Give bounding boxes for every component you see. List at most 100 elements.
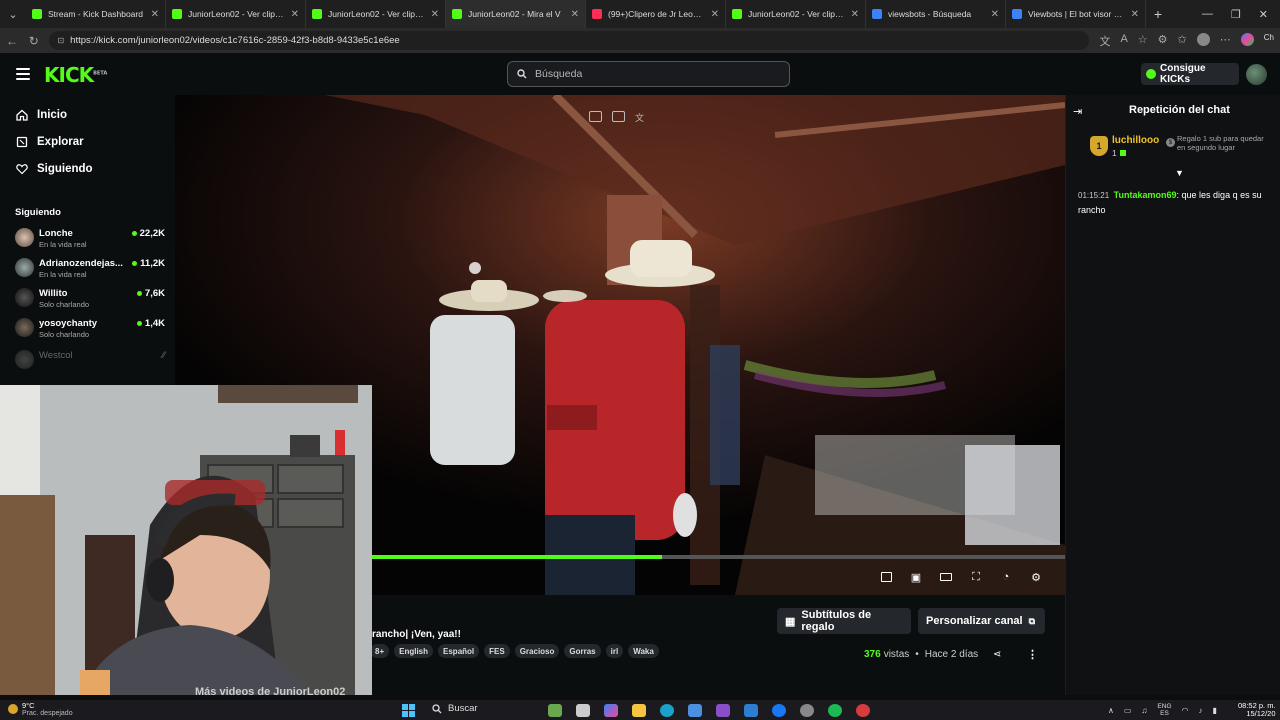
translate-overlay-icon[interactable]: 文: [635, 111, 648, 123]
kick-logo[interactable]: KICKBETA: [44, 63, 107, 87]
nav-explore[interactable]: Explorar: [16, 136, 84, 148]
record-app-icon[interactable]: [856, 704, 870, 717]
windows-start-icon[interactable]: [402, 704, 415, 717]
share-icon[interactable]: ⋖: [993, 649, 1001, 660]
browser-tab[interactable]: JuniorLeon02 - Ver clips en K ✕: [166, 0, 306, 28]
profile-icon[interactable]: [1196, 32, 1210, 46]
close-tab-icon[interactable]: ✕: [571, 9, 579, 20]
theater-mode-icon[interactable]: [939, 571, 953, 583]
video-tag[interactable]: irl: [605, 644, 624, 658]
close-tab-icon[interactable]: ✕: [431, 9, 439, 20]
video-tag[interactable]: FES: [484, 644, 510, 658]
following-channel-willito[interactable]: Willito Solo charlando 7,6K: [15, 286, 165, 312]
task-view-app-icon[interactable]: [576, 704, 590, 717]
close-tab-icon[interactable]: ✕: [1131, 9, 1139, 20]
settings-app-icon[interactable]: [800, 704, 814, 717]
close-tab-icon[interactable]: ✕: [151, 9, 159, 20]
more-options-vertical-icon[interactable]: ⋮: [1027, 648, 1038, 661]
close-tab-icon[interactable]: ✕: [711, 9, 719, 20]
volume-icon[interactable]: ♪: [1199, 706, 1203, 715]
chat-chevron-down-icon[interactable]: ▼: [1175, 168, 1184, 178]
browser-tab[interactable]: Stream - Kick Dashboard ✕: [26, 0, 166, 28]
tab-favicon-icon: [732, 9, 742, 19]
home-icon: [16, 109, 28, 121]
taskbar-clock[interactable]: 08:52 p. m. 15/12/20: [1238, 702, 1276, 718]
search-input[interactable]: [535, 68, 765, 80]
mail-app-icon[interactable]: [744, 704, 758, 717]
spotify-app-icon[interactable]: [828, 704, 842, 717]
customize-channel-button[interactable]: Personalizar canal ⧉: [918, 608, 1045, 634]
facebook-app-icon[interactable]: [772, 704, 786, 717]
following-channel-adrianozendejas[interactable]: Adrianozendejas... En la vida real 11,2K: [15, 256, 165, 282]
site-info-icon[interactable]: ⊡: [57, 36, 64, 45]
following-channel-westcol[interactable]: Westcol ⁄⁄: [15, 348, 165, 374]
obs-app-icon[interactable]: [716, 704, 730, 717]
video-tag[interactable]: Español: [438, 644, 480, 658]
minimize-icon[interactable]: —: [1202, 8, 1213, 21]
external-link-icon: ⧉: [1028, 615, 1036, 626]
gift-subs-button[interactable]: ▦ Subtítulos de regalo: [777, 608, 911, 634]
close-tab-icon[interactable]: ✕: [851, 9, 859, 20]
settings-gear-icon[interactable]: ⚙: [1029, 571, 1043, 584]
browser-tab[interactable]: Viewbots | El bot visor #1 de ✕: [1006, 0, 1146, 28]
weather-widget[interactable]: 9°C Prac. despejado: [8, 702, 73, 718]
picture-in-picture-icon[interactable]: [612, 111, 625, 122]
url-field[interactable]: ⊡ https://kick.com/juniorleon02/videos/c…: [49, 31, 1090, 50]
store-app-icon[interactable]: [688, 704, 702, 717]
video-tag[interactable]: Gracioso: [514, 644, 560, 658]
following-channel-lonche[interactable]: Lonche En la vida real 22,2K: [15, 226, 165, 252]
following-channel-yosoychanty[interactable]: yosoychanty Solo charlando 1,4K: [15, 316, 165, 342]
search-box[interactable]: [507, 61, 790, 87]
favorites-icon[interactable]: ✩: [1178, 33, 1187, 49]
nav-home[interactable]: Inicio: [16, 109, 67, 121]
screen-capture-icon[interactable]: [589, 111, 602, 122]
new-tab-button[interactable]: +: [1146, 6, 1170, 22]
fullscreen-icon[interactable]: ⛶: [969, 571, 983, 583]
reload-icon[interactable]: ↻: [28, 34, 39, 48]
back-icon[interactable]: ←: [6, 34, 18, 48]
copilot-label[interactable]: Ch: [1264, 33, 1274, 49]
maximize-icon[interactable]: ❐: [1231, 8, 1241, 21]
message-user[interactable]: Tuntakamon69: [1114, 190, 1177, 200]
tray-language[interactable]: ENG ES: [1157, 703, 1171, 717]
tray-chevron-icon[interactable]: ∧: [1108, 706, 1114, 715]
gifter-name[interactable]: luchillooo: [1112, 135, 1159, 146]
browser-tab[interactable]: JuniorLeon02 - Ver clips en K ✕: [306, 0, 446, 28]
browser-tab[interactable]: JuniorLeon02 - Mira el V ✕: [446, 0, 586, 28]
collapse-chat-icon[interactable]: ⇥: [1073, 105, 1082, 118]
edge-app-icon[interactable]: [660, 704, 674, 717]
favorite-star-icon[interactable]: ☆: [1138, 33, 1148, 49]
copilot-app-icon[interactable]: [604, 704, 618, 717]
read-aloud-icon[interactable]: A: [1120, 33, 1127, 49]
taskbar-search[interactable]: Buscar: [432, 703, 478, 714]
translate-icon[interactable]: 文: [1099, 33, 1110, 49]
miniplayer-icon[interactable]: [879, 571, 893, 583]
close-window-icon[interactable]: ✕: [1259, 8, 1268, 21]
more-options-icon[interactable]: ⋯: [1220, 33, 1231, 49]
get-kicks-button[interactable]: Consigue KICKs: [1141, 63, 1239, 85]
browser-tab[interactable]: viewsbots - Búsqueda ✕: [866, 0, 1006, 28]
browser-tab[interactable]: (99+)Clipero de Jr Leon (@c ✕: [586, 0, 726, 28]
clip-icon[interactable]: ▣: [909, 571, 923, 584]
extensions-icon[interactable]: ⚙: [1158, 33, 1168, 49]
wifi-icon[interactable]: ◠: [1182, 706, 1189, 715]
widgets-app-icon[interactable]: [548, 704, 562, 717]
video-tag[interactable]: Gorras: [564, 644, 601, 658]
file-explorer-app-icon[interactable]: [632, 704, 646, 717]
tab-search-chevron-icon[interactable]: ⌄: [0, 0, 26, 28]
close-tab-icon[interactable]: ✕: [291, 9, 299, 20]
menu-icon[interactable]: [16, 68, 30, 80]
video-tag[interactable]: English: [394, 644, 434, 658]
browser-tab[interactable]: JuniorLeon02 - Ver clips en K ✕: [726, 0, 866, 28]
progress-bar[interactable]: [371, 555, 1065, 559]
video-tag[interactable]: Waka: [628, 644, 659, 658]
tray-mic-icon[interactable]: ♫: [1141, 706, 1147, 715]
close-tab-icon[interactable]: ✕: [991, 9, 999, 20]
playback-speed-icon[interactable]: ◔: [999, 571, 1013, 583]
battery-icon[interactable]: ▮: [1213, 706, 1217, 715]
nav-following[interactable]: Siguiendo: [16, 163, 93, 175]
user-avatar[interactable]: [1246, 64, 1267, 85]
copilot-icon[interactable]: [1240, 32, 1254, 46]
video-tag[interactable]: 8+: [370, 644, 390, 658]
tray-network-icon[interactable]: ▭: [1124, 706, 1132, 715]
